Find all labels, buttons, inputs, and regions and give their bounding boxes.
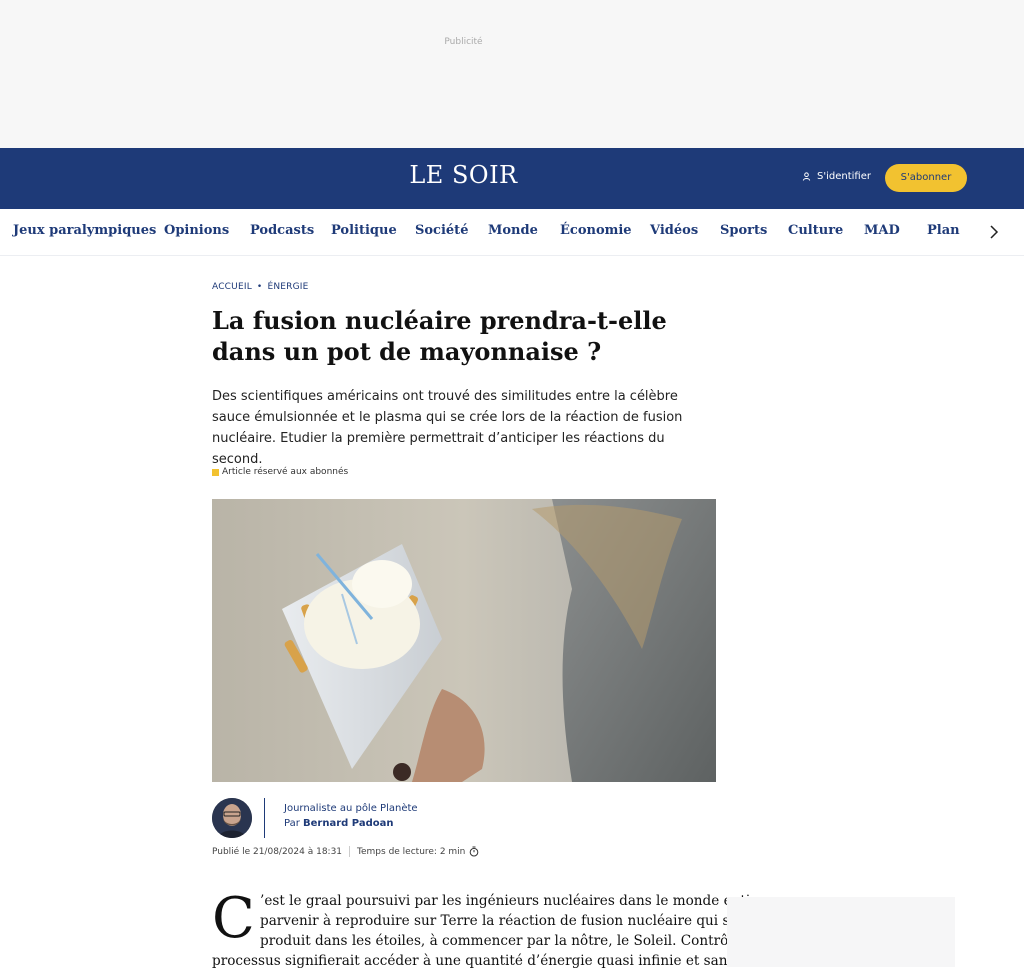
body-line: ’est le graal poursuivi par les ingénieu… — [260, 893, 774, 909]
nav-item-mad[interactable]: MAD — [864, 223, 900, 238]
author-photo — [212, 798, 252, 838]
login-label: S'identifier — [817, 171, 871, 182]
breadcrumb-section[interactable]: ÉNERGIE — [267, 282, 308, 292]
author-avatar[interactable] — [212, 798, 252, 838]
nav-item-videos[interactable]: Vidéos — [650, 223, 698, 238]
nav-item-podcasts[interactable]: Podcasts — [250, 223, 314, 238]
breadcrumb-separator: • — [256, 282, 263, 292]
chevron-right-icon[interactable] — [985, 221, 1003, 243]
article-title: La fusion nucléaire prendra-t-elle dans … — [212, 306, 667, 366]
premium-label: Article réservé aux abonnés — [222, 467, 349, 477]
author-role: Journaliste au pôle Planète — [284, 803, 418, 814]
user-icon — [802, 172, 811, 181]
meta-divider — [349, 846, 351, 857]
body-line: parvenir à reproduire sur Terre la réact… — [260, 913, 738, 929]
author-name[interactable]: Bernard Padoan — [303, 818, 393, 829]
site-logo[interactable]: LE SOIR — [0, 161, 927, 189]
breadcrumb-home[interactable]: ACCUEIL — [212, 282, 252, 292]
article-lead: Des scientifiques américains ont trouvé … — [212, 389, 683, 467]
nav-item-sports[interactable]: Sports — [720, 223, 767, 238]
body-line: processus signifierait accéder à une qua… — [212, 953, 735, 969]
author-divider — [264, 798, 265, 838]
premium-icon — [212, 468, 219, 476]
nav-item-societe[interactable]: Société — [415, 223, 468, 238]
nav-item-politique[interactable]: Politique — [331, 223, 397, 238]
nav-item-plan[interactable]: Plan — [927, 223, 960, 238]
author-byline: Par Bernard Padoan — [284, 818, 394, 829]
reading-time: Temps de lecture: 2 min — [357, 846, 466, 857]
nav-item-culture[interactable]: Culture — [788, 223, 843, 238]
site-header: LE SOIR S'identifier S'abonner — [0, 148, 1024, 209]
nav-item-jeux-paralympiques[interactable]: Jeux paralympiques — [13, 223, 156, 238]
article-photo — [212, 499, 716, 782]
section-nav: Jeux paralympiques Opinions Podcasts Pol… — [0, 209, 1024, 256]
body-line: produit dans les étoiles, à commencer pa… — [260, 933, 768, 949]
breadcrumb: ACCUEIL • ÉNERGIE — [212, 282, 309, 292]
author-block: Journaliste au pôle Planète Par Bernard … — [212, 798, 716, 840]
publish-date: Publié le 21/08/2024 à 18:31 — [212, 846, 343, 857]
login-button[interactable]: S'identifier — [802, 171, 871, 182]
fries-cone-image — [212, 499, 716, 782]
byline-prefix: Par — [284, 818, 300, 829]
nav-item-monde[interactable]: Monde — [488, 223, 538, 238]
nav-item-economie[interactable]: Économie — [560, 223, 632, 238]
drop-cap: C — [212, 886, 255, 951]
ad-banner: Publicité — [0, 0, 1024, 148]
sidebar-ad-slot — [727, 897, 955, 967]
stopwatch-icon — [470, 846, 479, 857]
ad-label: Publicité — [444, 37, 483, 47]
article-meta: Publié le 21/08/2024 à 18:31 Temps de le… — [212, 846, 479, 857]
subscribe-button[interactable]: S'abonner — [885, 164, 967, 192]
premium-badge: Article réservé aux abonnés — [212, 467, 348, 477]
nav-item-opinions[interactable]: Opinions — [164, 223, 229, 238]
